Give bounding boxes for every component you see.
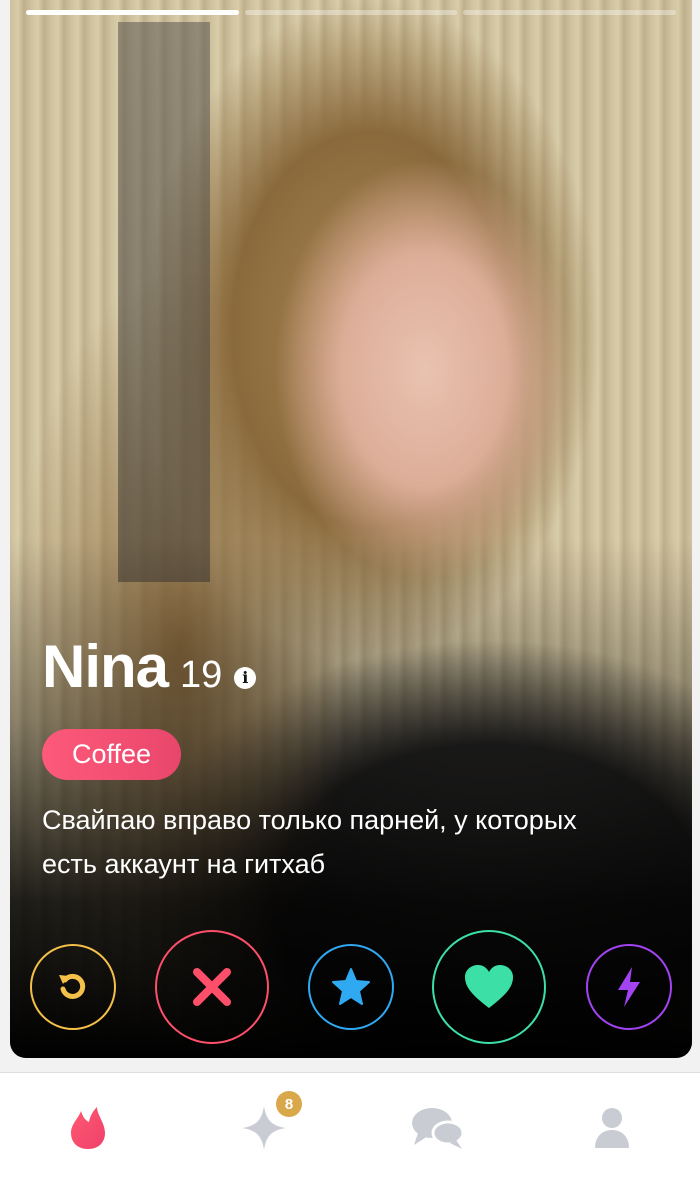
profile-age: 19: [180, 654, 223, 696]
lightning-icon: [618, 967, 640, 1007]
user-icon: [595, 1108, 629, 1148]
heart-icon: [465, 965, 513, 1008]
tab-top-picks[interactable]: 8: [234, 1091, 302, 1153]
info-icon[interactable]: i: [234, 666, 257, 689]
close-icon: [193, 968, 231, 1006]
boost-button[interactable]: [586, 944, 672, 1030]
flame-icon: [71, 1107, 105, 1149]
profile-info: Nina 19 i Coffee Свайпаю вправо только п…: [42, 632, 662, 886]
nope-button[interactable]: [155, 930, 269, 1044]
photo-progress-segment: [463, 10, 677, 15]
photo-progress-bar: [26, 10, 677, 15]
rewind-button[interactable]: [30, 944, 116, 1030]
profile-name: Nina: [42, 633, 169, 700]
chat-icon: [412, 1108, 465, 1149]
bottom-tab-bar: 8: [0, 1072, 700, 1177]
rewind-icon: [59, 973, 86, 999]
tab-home[interactable]: [58, 1103, 118, 1153]
photo-background-door: [118, 22, 210, 582]
name-row: Nina 19 i: [42, 632, 662, 701]
interest-badge: Coffee: [42, 729, 182, 780]
top-picks-count-badge: 8: [276, 1091, 302, 1117]
star-icon: [332, 968, 370, 1005]
profile-card[interactable]: Nina 19 i Coffee Свайпаю вправо только п…: [10, 0, 692, 1058]
tab-profile[interactable]: [582, 1103, 642, 1153]
action-bar: [10, 928, 692, 1048]
photo-progress-segment: [244, 10, 458, 15]
profile-bio: Свайпаю вправо только парней, у которых …: [42, 805, 577, 879]
tab-messages[interactable]: [408, 1103, 468, 1153]
super-like-button[interactable]: [308, 944, 394, 1030]
photo-progress-segment: [26, 10, 239, 15]
like-button[interactable]: [432, 930, 546, 1044]
